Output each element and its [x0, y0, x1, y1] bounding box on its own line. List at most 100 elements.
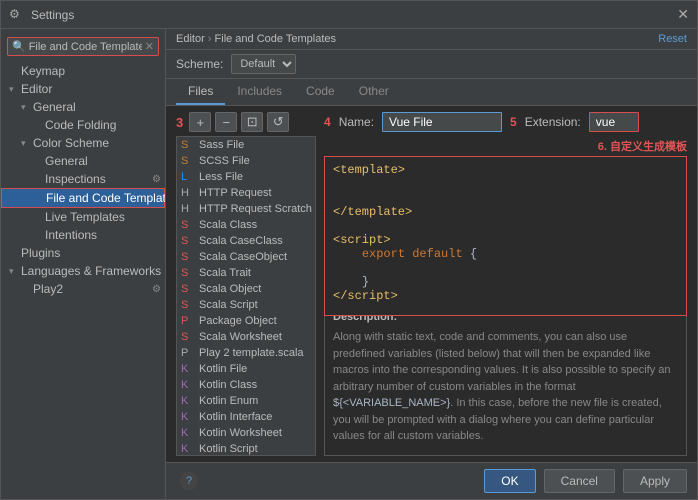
- sidebar-item-play2[interactable]: Play2 ⚙: [1, 280, 165, 298]
- list-item[interactable]: S Scala Trait: [177, 265, 315, 281]
- file-name: Scala Object: [199, 283, 261, 295]
- copy-file-button[interactable]: ⊡: [241, 112, 263, 132]
- list-item[interactable]: SScala Class: [177, 217, 315, 233]
- extension-label: Extension:: [525, 115, 581, 129]
- sidebar-item-file-code-templates[interactable]: File and Code Templates: [1, 188, 165, 208]
- file-name: Kotlin Script: [199, 443, 258, 455]
- list-item[interactable]: SSass File: [177, 137, 315, 153]
- file-name: Scala CaseObject: [199, 251, 287, 263]
- file-type-icon: K: [181, 411, 195, 423]
- sidebar-item-editor[interactable]: ▾ Editor: [1, 80, 165, 98]
- reset-button[interactable]: Reset: [658, 33, 687, 45]
- scheme-select[interactable]: Default: [231, 54, 296, 74]
- tab-other[interactable]: Other: [347, 79, 401, 105]
- list-item[interactable]: SScala CaseObject: [177, 249, 315, 265]
- list-item[interactable]: SScala Object: [177, 281, 315, 297]
- tab-includes[interactable]: Includes: [225, 79, 294, 105]
- cancel-button[interactable]: Cancel: [544, 469, 615, 493]
- sidebar-item-label: General: [45, 154, 161, 168]
- sidebar-item-inspections[interactable]: Inspections ⚙: [1, 170, 165, 188]
- file-list: SSass File SSCSS File L Less File HHTTP R…: [176, 136, 316, 456]
- sidebar-item-code-folding[interactable]: Code Folding: [1, 116, 165, 134]
- file-type-icon: P: [181, 347, 195, 359]
- tabs-bar: Files Includes Code Other: [166, 79, 697, 106]
- list-item[interactable]: P Play 2 template.scala: [177, 345, 315, 361]
- list-item[interactable]: K Kotlin Interface: [177, 409, 315, 425]
- sidebar-item-label: Plugins: [21, 246, 161, 260]
- sidebar-item-plugins[interactable]: Plugins: [1, 244, 165, 262]
- sidebar-item-label: Editor: [21, 82, 161, 96]
- sidebar-item-general[interactable]: ▾ General: [1, 98, 165, 116]
- sidebar-item-label: Play2: [33, 282, 63, 296]
- file-name: Package Object: [199, 315, 277, 327]
- extension-input[interactable]: [589, 112, 639, 132]
- editor-panel: 4 Name: 5 Extension: 6. 自定义生成模板: [324, 112, 687, 456]
- file-type-icon: L: [181, 171, 195, 183]
- sidebar-item-color-scheme[interactable]: ▾ Color Scheme: [1, 134, 165, 152]
- search-icon: 🔍: [12, 40, 26, 53]
- file-name: Less File: [199, 171, 243, 183]
- name-ext-row: 4 Name: 5 Extension:: [324, 112, 687, 132]
- name-input[interactable]: [382, 112, 502, 132]
- tab-files[interactable]: Files: [176, 79, 225, 105]
- list-item[interactable]: KKotlin Class: [177, 377, 315, 393]
- list-item[interactable]: KKotlin File: [177, 361, 315, 377]
- search-input[interactable]: [29, 41, 142, 53]
- list-item[interactable]: P Package Object: [177, 313, 315, 329]
- list-item[interactable]: SSCSS File: [177, 153, 315, 169]
- code-text: }: [362, 275, 369, 289]
- tab-code[interactable]: Code: [294, 79, 347, 105]
- file-name: Kotlin Worksheet: [199, 427, 282, 439]
- list-item[interactable]: KKotlin Script: [177, 441, 315, 456]
- file-type-icon: K: [181, 395, 195, 407]
- list-item[interactable]: L Less File: [177, 169, 315, 185]
- bottom-bar: ? OK Cancel Apply: [166, 462, 697, 499]
- list-item[interactable]: SScala Worksheet: [177, 329, 315, 345]
- right-panel: Editor › File and Code Templates Reset S…: [166, 29, 697, 499]
- sidebar-item-live-templates[interactable]: Live Templates: [1, 208, 165, 226]
- reset-file-button[interactable]: ↺: [267, 112, 289, 132]
- settings-icon: ⚙: [9, 7, 25, 23]
- list-item[interactable]: K Kotlin Worksheet: [177, 425, 315, 441]
- description-area: Description: Along with static text, cod…: [324, 302, 687, 457]
- clear-search-icon[interactable]: ✕: [145, 40, 154, 53]
- file-type-icon: K: [181, 427, 195, 439]
- sidebar-item-label: Inspections: [45, 172, 106, 186]
- sidebar-item-keymap[interactable]: Keymap: [1, 62, 165, 80]
- file-name: Scala Script: [199, 299, 258, 311]
- sidebar-item-label: Live Templates: [45, 210, 161, 224]
- list-item[interactable]: SScala CaseClass: [177, 233, 315, 249]
- description-text: Along with static text, code and comment…: [333, 329, 678, 456]
- arrow-icon: ▾: [21, 102, 33, 113]
- sidebar-item-intentions[interactable]: Intentions: [1, 226, 165, 244]
- file-toolbar: 3 + − ⊡ ↺: [176, 112, 316, 132]
- file-name: Play 2 template.scala: [199, 347, 304, 359]
- sidebar-item-languages[interactable]: ▾ Languages & Frameworks: [1, 262, 165, 280]
- file-name: Kotlin Enum: [199, 395, 258, 407]
- file-type-icon: S: [181, 299, 195, 311]
- code-text: {: [470, 247, 477, 261]
- search-box[interactable]: 🔍 ✕: [7, 37, 159, 56]
- code-keyword: default: [412, 247, 462, 261]
- list-item[interactable]: K Kotlin Enum: [177, 393, 315, 409]
- file-type-icon: S: [181, 267, 195, 279]
- close-icon[interactable]: ✕: [677, 6, 689, 23]
- sidebar: 🔍 ✕ Keymap ▾ Editor ▾ General Code Foldi…: [1, 29, 166, 499]
- file-name: Kotlin Interface: [199, 411, 272, 423]
- arrow-icon: ▾: [21, 138, 33, 149]
- ok-button[interactable]: OK: [484, 469, 535, 493]
- list-item[interactable]: HHTTP Request Scratch: [177, 201, 315, 217]
- apply-button[interactable]: Apply: [623, 469, 687, 493]
- file-name: Kotlin File: [199, 363, 247, 375]
- file-type-icon: P: [181, 315, 195, 327]
- sidebar-item-general2[interactable]: General: [1, 152, 165, 170]
- add-file-button[interactable]: +: [189, 112, 211, 132]
- settings-gear-icon2: ⚙: [152, 284, 161, 295]
- help-icon[interactable]: ?: [180, 472, 198, 490]
- code-editor[interactable]: <template> </template> <script> export d…: [324, 156, 687, 316]
- remove-file-button[interactable]: −: [215, 112, 237, 132]
- sidebar-item-label: Color Scheme: [33, 136, 161, 150]
- list-item[interactable]: HHTTP Request: [177, 185, 315, 201]
- list-item[interactable]: S Scala Script: [177, 297, 315, 313]
- file-name: Scala Trait: [199, 267, 251, 279]
